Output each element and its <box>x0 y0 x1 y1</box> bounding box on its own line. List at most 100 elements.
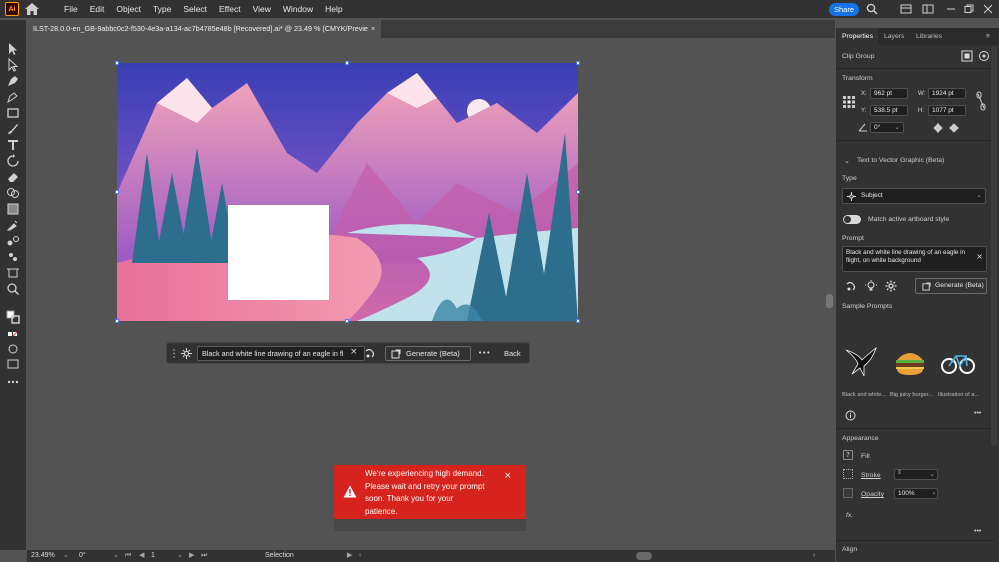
angle-field[interactable]: 0° ⌄ <box>870 122 904 133</box>
t2v-more-icon[interactable]: ••• <box>974 410 981 417</box>
sample-burger-thumbnail[interactable] <box>892 344 928 380</box>
width-field[interactable]: 1924 pt <box>928 88 966 99</box>
minimize-icon[interactable] <box>945 3 957 15</box>
menu-help[interactable]: Help <box>319 0 348 18</box>
zoom-tool-icon[interactable] <box>6 282 20 296</box>
appearance-more-icon[interactable]: ••• <box>974 528 981 535</box>
effects-icon[interactable]: fx. <box>846 512 853 519</box>
home-icon[interactable] <box>24 2 40 16</box>
menu-window[interactable]: Window <box>277 0 319 18</box>
generative-subject-icon[interactable] <box>181 348 192 359</box>
rectangle-tool-icon[interactable] <box>6 106 20 120</box>
menu-file[interactable]: File <box>58 0 84 18</box>
share-button[interactable]: Share <box>829 3 859 16</box>
stroke-weight-field[interactable]: ⇕ ⌄ <box>894 469 938 480</box>
scroll-right-icon[interactable]: › <box>813 550 815 562</box>
shape-builder-tool-icon[interactable] <box>6 186 20 200</box>
close-toast-icon[interactable]: × <box>504 471 512 481</box>
selection-handle[interactable] <box>345 61 349 65</box>
tab-properties[interactable]: Properties <box>842 28 873 45</box>
zoom-level[interactable]: 23.49% <box>31 550 55 562</box>
artboard-tool-icon[interactable] <box>6 266 20 280</box>
menu-select[interactable]: Select <box>177 0 213 18</box>
document-tab[interactable]: ILST-28.0.0-en_GB-9abbc0c2-f530-4e3a-a13… <box>27 20 382 38</box>
status-menu-icon[interactable]: ▶ <box>347 550 352 562</box>
type-dropdown[interactable]: Subject ⌄ <box>842 188 986 204</box>
selection-handle[interactable] <box>345 319 349 323</box>
eraser-tool-icon[interactable] <box>6 170 20 184</box>
artboard-illustration[interactable] <box>117 63 578 321</box>
horizontal-scroll-thumb[interactable] <box>636 552 652 560</box>
settings-gear-icon[interactable] <box>885 280 897 292</box>
generate-button[interactable]: Generate (Beta) <box>385 346 471 361</box>
selection-handle[interactable] <box>576 190 580 194</box>
symbol-sprayer-tool-icon[interactable] <box>6 250 20 264</box>
tab-libraries[interactable]: Libraries <box>916 28 942 45</box>
rotation-value[interactable]: 0° <box>79 550 86 562</box>
y-field[interactable]: 538.5 pt <box>870 105 908 116</box>
artboard-number[interactable]: 1 <box>151 550 155 562</box>
opacity-swatch[interactable] <box>843 488 853 498</box>
direct-selection-tool-icon[interactable] <box>6 58 20 72</box>
style-reference-icon[interactable] <box>845 280 857 292</box>
drag-handle-icon[interactable] <box>172 348 176 359</box>
last-artboard-icon[interactable]: ⏭ <box>201 550 207 562</box>
menu-view[interactable]: View <box>247 0 277 18</box>
scroll-left-icon[interactable]: ‹ <box>359 550 361 562</box>
style-picker-icon[interactable] <box>364 347 377 360</box>
prev-artboard-icon[interactable]: ◀ <box>139 550 144 562</box>
panel-prompt-textarea[interactable]: Black and white line drawing of an eagle… <box>842 246 987 272</box>
type-tool-icon[interactable] <box>6 138 20 152</box>
clear-panel-prompt-icon[interactable]: × <box>976 252 983 261</box>
info-icon[interactable] <box>845 410 856 421</box>
stroke-dropdown-icon[interactable]: ⌄ <box>930 470 935 479</box>
first-artboard-icon[interactable]: ⏮ <box>125 550 131 562</box>
opacity-label[interactable]: Opacity <box>861 491 884 498</box>
fill-swatch[interactable]: ? <box>843 450 853 460</box>
blend-tool-icon[interactable] <box>6 234 20 248</box>
edit-toolbar-icon[interactable] <box>6 375 20 389</box>
sample-eagle-thumbnail[interactable] <box>842 344 878 380</box>
draw-mode-icon[interactable] <box>6 342 20 356</box>
artboard-dropdown-icon[interactable]: ⌄ <box>177 550 183 562</box>
scroll-thumb[interactable] <box>826 294 833 308</box>
menu-type[interactable]: Type <box>147 0 177 18</box>
panel-menu-icon[interactable]: ≡ <box>986 28 990 45</box>
restore-icon[interactable] <box>963 3 975 15</box>
selection-handle[interactable] <box>115 319 119 323</box>
lightbulb-icon[interactable] <box>865 280 877 292</box>
selection-tool-icon[interactable] <box>6 42 20 56</box>
close-tab-icon[interactable]: × <box>371 24 375 33</box>
opacity-expand-icon[interactable]: › <box>933 489 935 498</box>
paintbrush-tool-icon[interactable] <box>6 122 20 136</box>
search-icon[interactable] <box>866 3 878 15</box>
gradient-tool-icon[interactable] <box>6 202 20 216</box>
fill-stroke-swatch-icon[interactable] <box>6 310 20 324</box>
eyedropper-tool-icon[interactable] <box>6 218 20 232</box>
constrain-proportions-icon[interactable] <box>975 90 987 112</box>
height-field[interactable]: 1077 pt <box>928 105 966 116</box>
stroke-stepper-icon[interactable]: ⇕ <box>897 469 902 478</box>
zoom-dropdown-icon[interactable]: ⌄ <box>63 550 69 562</box>
flip-vertical-icon[interactable] <box>949 123 959 133</box>
rotate-tool-icon[interactable] <box>6 154 20 168</box>
reference-point-icon[interactable] <box>843 96 855 108</box>
x-field[interactable]: 962 pt <box>870 88 908 99</box>
workspace-icon[interactable] <box>900 3 912 15</box>
selection-handle[interactable] <box>115 61 119 65</box>
clear-prompt-icon[interactable]: × <box>350 347 358 357</box>
selection-handle[interactable] <box>576 61 580 65</box>
menu-object[interactable]: Object <box>110 0 147 18</box>
match-style-toggle[interactable] <box>843 215 861 224</box>
t2v-collapse-icon[interactable]: ⌄ <box>844 157 850 165</box>
selection-handle[interactable] <box>115 190 119 194</box>
next-artboard-icon[interactable]: ▶ <box>189 550 194 562</box>
tab-layers[interactable]: Layers <box>884 28 904 45</box>
selection-handle[interactable] <box>576 319 580 323</box>
close-window-icon[interactable] <box>982 3 994 15</box>
menu-edit[interactable]: Edit <box>84 0 111 18</box>
canvas-vertical-scrollbar[interactable] <box>825 38 835 550</box>
stroke-label[interactable]: Stroke <box>861 472 881 479</box>
stroke-swatch[interactable] <box>843 469 853 479</box>
arrange-documents-icon[interactable] <box>922 3 934 15</box>
